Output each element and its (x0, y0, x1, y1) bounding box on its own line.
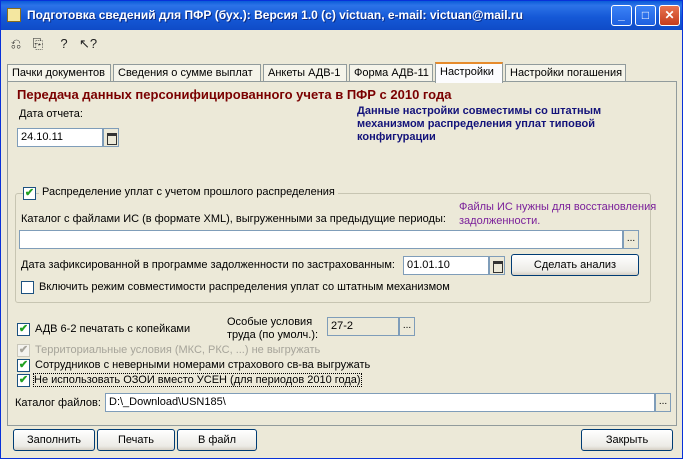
special-conditions-browse-button[interactable]: ... (399, 317, 415, 336)
title-bar[interactable]: Подготовка сведений для ПФР (бух.): Верс… (1, 1, 682, 30)
territorial-checkbox: ✔ (17, 344, 30, 357)
territorial-label: Территориальные условия (МКС, РКС, ...) … (35, 344, 321, 356)
special-conditions-label: Особые условия труда (по умолч.): (227, 316, 319, 341)
catalog-label: Каталог с файлами ИС (в формате XML), вы… (21, 213, 446, 225)
files-catalog-label: Каталог файлов: (15, 397, 101, 409)
ozoi-label: Не использовать ОЗОИ вместо УСЕН (для пе… (33, 373, 362, 387)
whats-this-icon[interactable]: ↖? (79, 35, 97, 53)
main-window: Подготовка сведений для ПФР (бух.): Верс… (0, 0, 683, 459)
to-file-button[interactable]: В файл (177, 429, 257, 451)
files-catalog-input[interactable]: D:\_Download\USN185\ (105, 393, 655, 412)
distribution-checkbox[interactable]: ✔ (23, 187, 36, 200)
compat-mode-label: Включить режим совместимости распределен… (39, 281, 450, 293)
tab-adv1[interactable]: Анкеты АДВ-1 (263, 64, 347, 82)
adv62-label: АДВ 6-2 печатать с копейками (35, 323, 191, 335)
report-date-label: Дата отчета: (19, 108, 83, 120)
catalog-input[interactable] (19, 230, 623, 249)
adv62-checkbox[interactable]: ✔ (17, 323, 30, 336)
fixed-debt-date-field[interactable]: 01.01.10 (403, 256, 489, 275)
cut-icon[interactable]: ⎌ (7, 35, 25, 53)
tab-settings[interactable]: Настройки (435, 62, 503, 83)
fixed-debt-label: Дата зафиксированной в программе задолже… (21, 259, 395, 271)
files-note: Файлы ИС нужны для восстановления задолж… (459, 201, 657, 227)
help-icon[interactable]: ? (55, 35, 73, 53)
calendar-icon[interactable] (489, 256, 505, 275)
wrong-numbers-label: Сотрудников с неверными номерами страхов… (35, 359, 371, 371)
tab-document-batches[interactable]: Пачки документов (7, 64, 111, 82)
tab-payments[interactable]: Сведения о сумме выплат (113, 64, 261, 82)
window-title: Подготовка сведений для ПФР (бух.): Верс… (27, 8, 523, 22)
files-catalog-browse-button[interactable]: ... (655, 393, 671, 412)
maximize-button[interactable]: □ (635, 5, 656, 26)
wrong-numbers-checkbox[interactable]: ✔ (17, 359, 30, 372)
app-icon (7, 8, 21, 22)
fill-button[interactable]: Заполнить (13, 429, 95, 451)
report-date-field[interactable]: 24.10.11 (17, 128, 103, 147)
close-window-button[interactable]: ✕ (659, 5, 680, 26)
distribution-checkbox-label: Распределение уплат с учетом прошлого ра… (39, 186, 338, 198)
close-button[interactable]: Закрыть (581, 429, 673, 451)
compat-mode-checkbox[interactable] (21, 281, 34, 294)
special-conditions-field[interactable]: 27-2 (327, 317, 399, 336)
compat-note: Данные настройки совместимы со штатным м… (357, 105, 602, 143)
analyze-button[interactable]: Сделать анализ (511, 254, 639, 276)
print-button[interactable]: Печать (97, 429, 175, 451)
tab-repayment-settings[interactable]: Настройки погашения (505, 64, 626, 82)
paste-icon[interactable]: ⎘ (29, 35, 47, 53)
tab-adv11[interactable]: Форма АДВ-11 (349, 64, 433, 82)
calendar-icon[interactable] (103, 128, 119, 147)
catalog-browse-button[interactable]: ... (623, 230, 639, 249)
minimize-button[interactable]: _ (611, 5, 632, 26)
page-title: Передача данных персонифицированного уче… (17, 87, 452, 102)
ozoi-checkbox[interactable]: ✔ (17, 374, 30, 387)
